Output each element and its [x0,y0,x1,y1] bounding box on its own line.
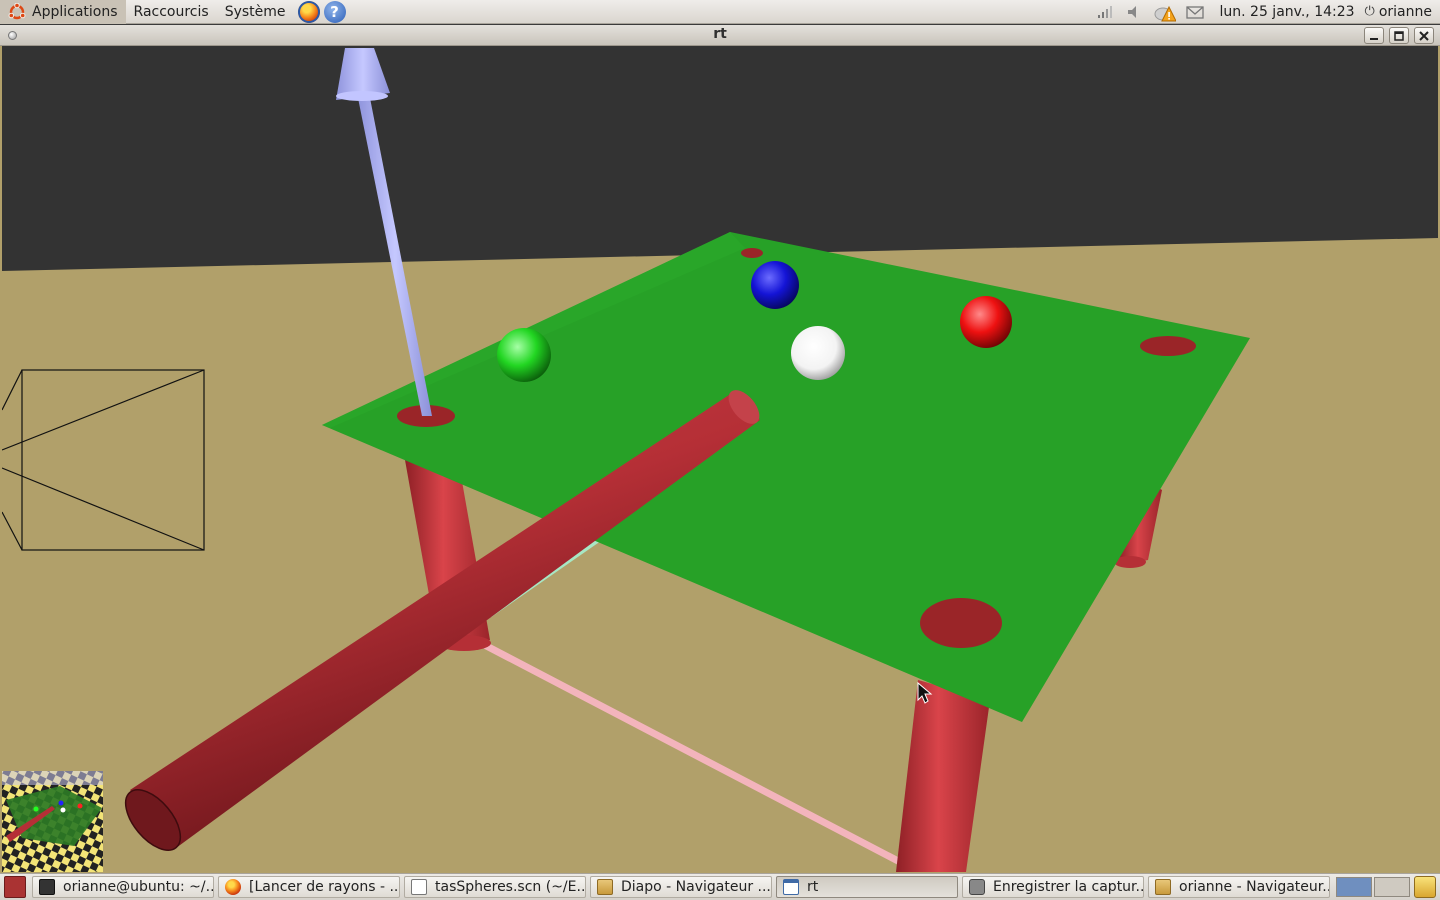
minimize-icon [1370,37,1378,40]
taskbar-item-label: Enregistrer la captur... [993,879,1144,895]
taskbar-item-orianne[interactable]: orianne - Navigateur... [1148,876,1330,898]
render-canvas[interactable] [2,46,1438,872]
taskbar-item-label: orianne - Navigateur... [1179,879,1330,895]
taskbar-item-rt[interactable]: rt [776,876,958,898]
taskbar-item-terminal[interactable]: orianne@ubuntu: ~/... [32,876,214,898]
close-button[interactable] [1414,27,1434,44]
window-title: rt [713,26,727,42]
raccourcis-menu[interactable]: Raccourcis [126,0,217,24]
taskbar-item-label: orianne@ubuntu: ~/... [63,879,214,895]
power-icon: ⏻ [1364,4,1375,19]
top-panel: Applications Raccourcis Système ? lun. 2… [0,0,1440,24]
ball-red [960,296,1012,348]
clock[interactable]: lun. 25 janv., 14:23 [1210,4,1365,20]
folder-icon [597,879,613,895]
ball-white [791,326,845,380]
terminal-icon [39,879,55,895]
ubuntu-logo-icon [8,2,26,21]
pocket-front [920,598,1002,648]
user-name: orianne [1378,3,1432,20]
screenshot-icon [969,879,985,895]
taskbar-item-label: Diapo - Navigateur ... [621,879,771,895]
rt-window: rt [0,25,1440,873]
maximize-button[interactable] [1389,27,1409,44]
workspace-1[interactable] [1336,877,1372,897]
update-warning-icon[interactable] [1154,2,1176,22]
maximize-icon [1394,30,1404,41]
network-icon[interactable] [1094,2,1116,22]
show-desktop-button[interactable] [4,876,26,898]
ball-green [497,328,551,382]
minimize-button[interactable] [1364,27,1384,44]
pocket-back [741,248,763,258]
applications-menu-label: Applications [32,3,118,20]
firefox-icon[interactable] [297,0,320,23]
help-icon[interactable]: ? [323,0,346,23]
applications-menu[interactable]: Applications [0,0,126,24]
taskbar-item-label: rt [807,879,819,895]
workspace-2[interactable] [1374,877,1410,897]
system-tray: lun. 25 janv., 14:23 ⏻ orianne [1090,0,1440,24]
taskbar-item-firefox[interactable]: [Lancer de rayons - ... [218,876,400,898]
close-icon [1419,30,1429,41]
mail-icon[interactable] [1184,2,1206,22]
firefox-icon [225,879,241,895]
raytrace-render [2,46,1438,872]
user-menu[interactable]: ⏻ orianne [1365,4,1440,20]
minimap-thumbnail[interactable] [2,771,103,872]
window-icon [783,879,799,895]
taskbar-item-label: tasSpheres.scn (~/E... [435,879,586,895]
taskbar-item-screenshot[interactable]: Enregistrer la captur... [962,876,1144,898]
taskbar-item-editor[interactable]: tasSpheres.scn (~/E... [404,876,586,898]
systeme-menu[interactable]: Système [217,0,294,24]
text-editor-icon [411,879,427,895]
volume-icon[interactable] [1124,2,1146,22]
pocket-right [1140,336,1196,356]
window-titlebar[interactable]: rt [0,25,1440,46]
ball-blue [751,261,799,309]
taskbar-item-diapo[interactable]: Diapo - Navigateur ... [590,876,772,898]
trash-icon[interactable] [1414,876,1436,898]
taskbar-item-label: [Lancer de rayons - ... [249,879,400,895]
bottom-taskbar: orianne@ubuntu: ~/... [Lancer de rayons … [0,873,1440,900]
folder-icon [1155,879,1171,895]
